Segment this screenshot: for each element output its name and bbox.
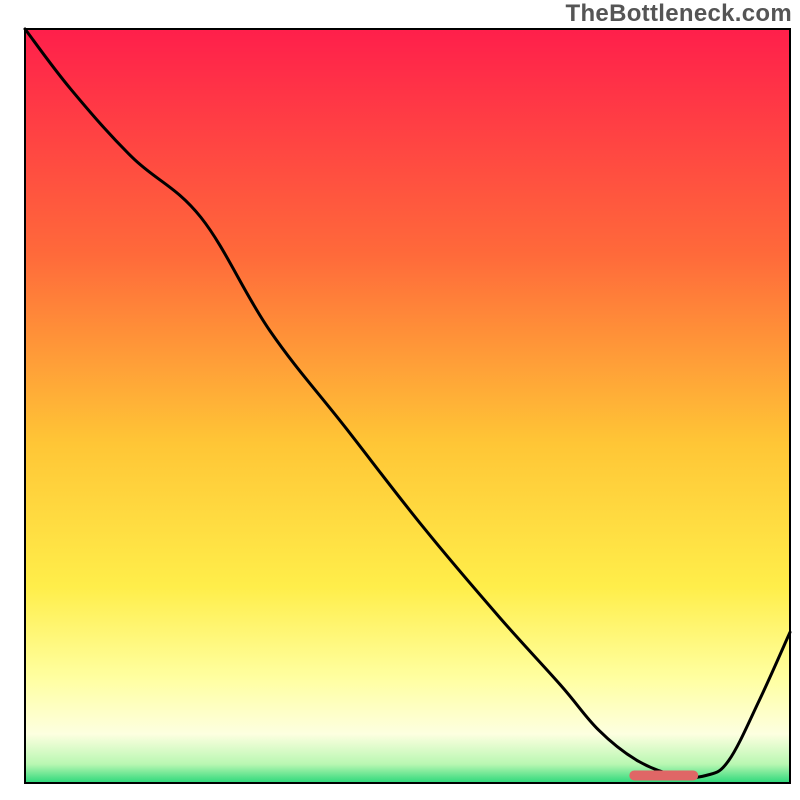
chart-svg bbox=[0, 0, 800, 800]
chart-container: TheBottleneck.com bbox=[0, 0, 800, 800]
plot-background bbox=[25, 29, 790, 783]
watermark-text: TheBottleneck.com bbox=[566, 0, 792, 28]
min-marker bbox=[629, 770, 698, 780]
